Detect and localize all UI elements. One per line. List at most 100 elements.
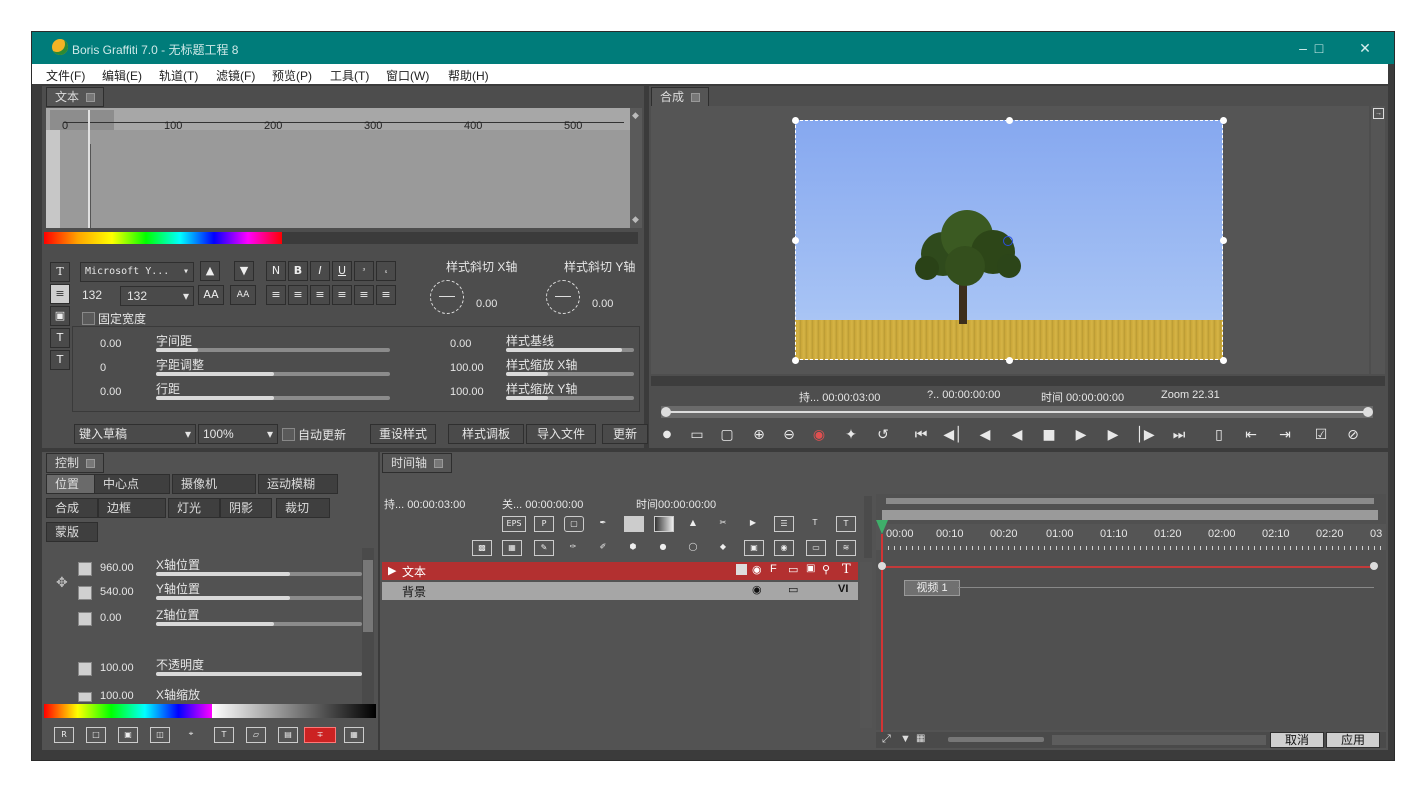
cone-icon[interactable]: ▲ bbox=[684, 516, 702, 530]
auto-update-checkbox[interactable] bbox=[282, 428, 295, 441]
x-position-slider[interactable] bbox=[156, 572, 362, 576]
track-background[interactable]: 背景 ◉ ▭ VI bbox=[382, 582, 858, 600]
import-folder-icon[interactable]: ▶ bbox=[744, 516, 762, 530]
cube-icon[interactable]: ⬢ bbox=[624, 540, 642, 554]
baseline-slider[interactable] bbox=[506, 348, 634, 352]
menu-edit[interactable]: 编辑(E) bbox=[102, 67, 142, 84]
reset-style-button[interactable]: 重设样式 bbox=[370, 424, 436, 444]
work-area-bar[interactable] bbox=[886, 498, 1374, 504]
mask-icon[interactable]: ▣ bbox=[806, 563, 815, 574]
track-text[interactable]: ▶ 文本 ◉ F ▭ ▣ ⚲ T bbox=[382, 562, 858, 580]
rounded-rect-icon[interactable]: ▢ bbox=[564, 516, 584, 532]
video-clip[interactable]: 视频 1 bbox=[904, 580, 960, 596]
split-icon[interactable]: ◫ bbox=[150, 727, 170, 743]
track-scrollbar[interactable] bbox=[860, 562, 872, 728]
resize-handle[interactable] bbox=[1006, 117, 1013, 124]
key-draft-select[interactable]: 键入草稿 ▾ bbox=[74, 424, 196, 444]
list-icon[interactable]: ☰ bbox=[774, 516, 794, 532]
y-position-slider[interactable] bbox=[156, 596, 362, 600]
tab-position[interactable]: 位置 bbox=[46, 474, 96, 494]
stop-icon[interactable]: ■ bbox=[1039, 428, 1059, 442]
outline-text-icon[interactable]: T bbox=[50, 328, 70, 348]
reset-icon[interactable]: R bbox=[54, 727, 74, 743]
inner-frame-icon[interactable]: ▣ bbox=[118, 727, 138, 743]
apply-button[interactable]: 应用 bbox=[1326, 732, 1380, 748]
set-in-icon[interactable]: ⇤ bbox=[1241, 428, 1261, 442]
solid-rect-icon[interactable] bbox=[624, 516, 644, 532]
kerning-slider[interactable] bbox=[156, 372, 390, 376]
text-scrollbar[interactable]: ◆ ◆ bbox=[630, 108, 642, 228]
control-scrollbar[interactable] bbox=[362, 548, 374, 704]
skew-x-dial[interactable] bbox=[430, 280, 464, 314]
graph-icon[interactable]: ≋ bbox=[836, 540, 856, 556]
superscript-button[interactable]: ᶟ bbox=[354, 261, 374, 281]
lock-icon[interactable]: ▦ bbox=[344, 727, 364, 743]
font-down-button[interactable]: ▼ bbox=[234, 261, 254, 281]
render-check-icon[interactable]: ☑ bbox=[1311, 428, 1331, 442]
frame-icon[interactable]: □ bbox=[86, 727, 106, 743]
flag-icon[interactable]: F bbox=[770, 563, 777, 575]
menu-track[interactable]: 轨道(T) bbox=[159, 67, 198, 84]
color-channels-icon[interactable]: ◉ bbox=[809, 428, 829, 442]
text-layer-icon[interactable]: T bbox=[836, 516, 856, 532]
go-end-icon[interactable]: ⏭ bbox=[1169, 428, 1189, 442]
prev-frame-icon[interactable]: ◀ bbox=[975, 428, 995, 442]
preview-canvas[interactable] bbox=[651, 106, 1369, 374]
menu-preview[interactable]: 预览(P) bbox=[272, 67, 312, 84]
skew-y-dial[interactable] bbox=[546, 280, 580, 314]
bar-chart-icon[interactable]: ▩ bbox=[472, 540, 492, 556]
loop-icon[interactable]: ↺ bbox=[873, 428, 893, 442]
menu-window[interactable]: 窗口(W) bbox=[386, 67, 429, 84]
justify-all-button[interactable]: ≡ bbox=[376, 285, 396, 305]
target-icon[interactable]: ◉ bbox=[774, 540, 794, 556]
zoom-in-icon[interactable]: ⊕ bbox=[749, 428, 769, 442]
prev-keyframe-icon[interactable]: ◀│ bbox=[943, 428, 963, 442]
next-frame-icon[interactable]: ▶ bbox=[1103, 428, 1123, 442]
font-family-select[interactable]: Microsoft Y... ▾ bbox=[80, 262, 194, 282]
scrub-bar[interactable] bbox=[661, 406, 1373, 418]
subscript-button[interactable]: ₛ bbox=[376, 261, 396, 281]
curve-icon[interactable]: ⌖ bbox=[182, 727, 200, 741]
keyframe-toggle[interactable] bbox=[78, 586, 92, 600]
justify-center-button[interactable]: ≡ bbox=[354, 285, 374, 305]
lock-icon[interactable]: ⚲ bbox=[822, 563, 830, 576]
fixed-width-checkbox[interactable] bbox=[82, 312, 95, 325]
keyframe-toggle[interactable] bbox=[78, 562, 92, 576]
tab-composite[interactable]: 合成 bbox=[651, 87, 710, 107]
resize-handle[interactable] bbox=[792, 357, 799, 364]
paint-icon[interactable]: ✐ bbox=[594, 540, 612, 554]
track-color-icon[interactable] bbox=[736, 564, 747, 575]
safe-area-icon[interactable]: ▭ bbox=[687, 428, 707, 442]
display-icon[interactable]: ▭ bbox=[788, 583, 798, 596]
align-left-button[interactable]: ≡ bbox=[266, 285, 286, 305]
grow-text-button[interactable]: AA bbox=[198, 285, 224, 305]
p-button[interactable]: P bbox=[534, 516, 554, 532]
play-icon[interactable]: ▶ bbox=[1071, 428, 1091, 442]
leading-slider[interactable] bbox=[156, 396, 390, 400]
eye-icon[interactable]: ◉ bbox=[752, 563, 762, 576]
transparency-icon[interactable]: ✦ bbox=[841, 428, 861, 442]
keyframe-toggle[interactable] bbox=[78, 692, 92, 702]
range-bar[interactable] bbox=[882, 510, 1378, 520]
style-palette-button[interactable]: 样式调板 bbox=[448, 424, 524, 444]
opacity-slider[interactable] bbox=[156, 672, 362, 676]
tab-mask[interactable]: 蒙版 bbox=[46, 522, 98, 542]
time-ruler[interactable]: 00:00 00:10 00:20 01:00 01:10 01:20 02:0… bbox=[876, 524, 1386, 550]
update-button[interactable]: 更新 bbox=[602, 424, 648, 444]
zoom-out-icon[interactable]: ⊖ bbox=[779, 428, 799, 442]
zoom-fit-icon[interactable]: ⤢ bbox=[882, 733, 891, 746]
tab-composite-mode[interactable]: 合成 bbox=[46, 498, 98, 518]
resize-handle[interactable] bbox=[1006, 357, 1013, 364]
grid-icon[interactable]: ▦ bbox=[502, 540, 522, 556]
timeline-hscroll[interactable] bbox=[1052, 735, 1266, 745]
parallelogram-icon[interactable]: ▱ bbox=[246, 727, 266, 743]
resize-handle[interactable] bbox=[792, 117, 799, 124]
tab-camera[interactable]: 摄像机 bbox=[172, 474, 256, 494]
color-spectrum-bar[interactable] bbox=[44, 232, 282, 244]
tab-shadow[interactable]: 阴影 bbox=[220, 498, 272, 518]
sphere-icon[interactable]: ● bbox=[654, 540, 672, 554]
normal-style-button[interactable]: N bbox=[266, 261, 286, 281]
dot-icon[interactable]: ● bbox=[657, 428, 677, 442]
tab-border[interactable]: 边框 bbox=[98, 498, 166, 518]
italic-button[interactable]: I bbox=[310, 261, 330, 281]
